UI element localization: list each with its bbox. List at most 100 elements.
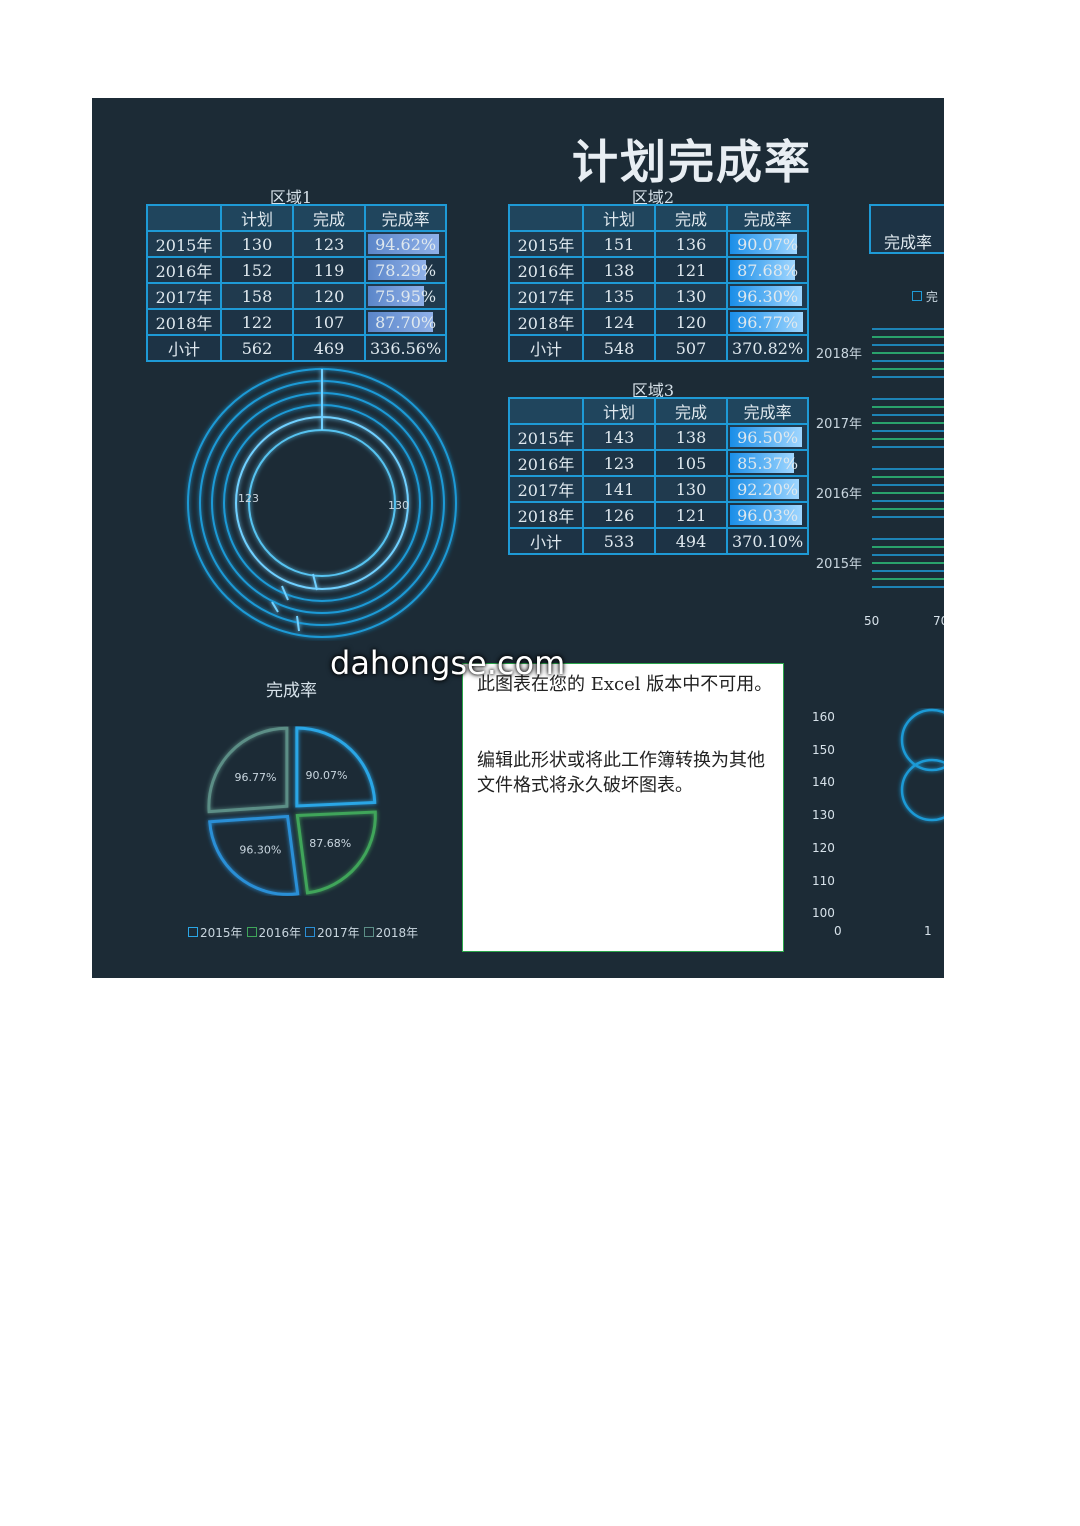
header-cell — [508, 397, 584, 425]
done-cell: 119 — [292, 256, 366, 284]
scatter-y-tick: 100 — [812, 906, 835, 921]
table-row: 2015年 143 138 96.50% — [508, 423, 810, 451]
scatter-x-tick-1: 1 — [924, 924, 932, 938]
plan-cell: 135 — [582, 282, 656, 310]
rate-text: 87.70% — [375, 312, 437, 332]
page-title: 计划完成率 — [572, 135, 812, 189]
dashboard-sheet: 计划完成率 区域1 计划 完成 完成率 2015年 130 123 94.62% 2016年 1… — [92, 98, 944, 978]
year-cell: 2018年 — [508, 308, 584, 336]
subtotal-done: 469 — [292, 334, 366, 362]
donut-label-right: 130 — [388, 499, 409, 512]
table-row: 2016年 123 105 85.37% — [508, 449, 810, 477]
bar-chart: 2018年 2017年 2016年 2015年 — [816, 328, 944, 588]
donut-label-left: 123 — [238, 492, 259, 505]
bar-legend: 完 — [912, 288, 938, 305]
done-cell: 105 — [654, 449, 728, 477]
year-cell: 2016年 — [146, 256, 222, 284]
legend-label: 2017年 — [317, 926, 360, 940]
bar-stripe — [872, 508, 944, 510]
rate-cell: 75.95% — [363, 282, 448, 310]
done-cell: 123 — [292, 230, 366, 258]
scatter-y-tick: 160 — [812, 710, 835, 724]
subtotal-row: 小计 562 469 336.56% — [146, 334, 448, 362]
rate-cell: 85.37% — [725, 449, 810, 477]
rate-text: 87.68% — [737, 260, 799, 280]
bar-stripe — [872, 438, 944, 440]
rate-text: 96.77% — [737, 312, 799, 332]
rate-cell: 96.77% — [725, 308, 810, 336]
rate-text: 75.95% — [375, 286, 437, 306]
chart-unavailable-notice: 此图表在您的 Excel 版本中不可用。 编辑此形状或将此工作簿转换为其他文件格… — [462, 663, 784, 952]
bar-stripe — [872, 376, 944, 378]
plan-cell: 126 — [582, 501, 656, 529]
pie-data-label: 90.07% — [306, 769, 348, 782]
bar-stripe — [872, 406, 944, 408]
subtotal-done: 494 — [654, 527, 728, 555]
subtotal-done: 507 — [654, 334, 728, 362]
bar-stripe — [872, 422, 944, 424]
bar-category-label: 2015年 — [816, 557, 862, 572]
bar-stripe — [872, 492, 944, 494]
bar-stripe — [872, 468, 944, 470]
scatter-y-tick: 130 — [812, 808, 835, 823]
scatter-y-tick: 150 — [812, 742, 835, 757]
plan-cell: 143 — [582, 423, 656, 451]
pie-legend: 2015年 2016年 2017年 2018年 — [184, 924, 418, 941]
rate-cell: 90.07% — [725, 230, 810, 258]
partial-table-label: 完成率 — [869, 229, 944, 254]
bar-stripe — [872, 352, 944, 354]
header-cell: 完成率 — [363, 204, 448, 232]
done-cell: 130 — [654, 282, 728, 310]
bar-stripe — [872, 430, 944, 432]
bar-stripe — [872, 538, 944, 540]
subtotal-plan: 562 — [220, 334, 294, 362]
plan-cell: 158 — [220, 282, 294, 310]
rate-cell: 87.70% — [363, 308, 448, 336]
pie-chart: 90.07% 87.68% 96.30% 96.77% — [207, 726, 377, 896]
legend-label: 2015年 — [200, 926, 243, 940]
donut-ring-hole — [248, 429, 396, 577]
rate-text: 90.07% — [737, 234, 799, 254]
bar-x-tick-70: 70 — [933, 614, 944, 628]
region2-grid: 计划 完成 完成率 2015年 151 136 90.07% 2016年 138 121 87.68… — [508, 204, 810, 362]
rate-text: 96.30% — [737, 286, 799, 306]
bar-stripe — [872, 562, 944, 564]
donut-chart: 123 130 — [187, 368, 457, 638]
subtotal-rate: 336.56% — [363, 334, 448, 362]
done-cell: 121 — [654, 501, 728, 529]
year-cell: 2017年 — [508, 282, 584, 310]
table-row: 2018年 124 120 96.77% — [508, 308, 810, 336]
scatter-x-tick-0: 0 — [834, 924, 842, 938]
plan-cell: 151 — [582, 230, 656, 258]
header-cell: 计划 — [582, 397, 656, 425]
rate-cell: 96.50% — [725, 423, 810, 451]
watermark: dahongse.com — [330, 644, 566, 682]
year-cell: 2016年 — [508, 256, 584, 284]
year-cell: 2016年 — [508, 449, 584, 477]
table-row: 2016年 138 121 87.68% — [508, 256, 810, 284]
header-cell: 完成 — [292, 204, 366, 232]
table-row: 2016年 152 119 78.29% — [146, 256, 448, 284]
bar-stripe — [872, 546, 944, 548]
pie-chart-title: 完成率 — [266, 681, 317, 701]
scatter-y-tick: 140 — [812, 775, 835, 790]
rate-cell: 87.68% — [725, 256, 810, 284]
done-cell: 130 — [654, 475, 728, 503]
plan-cell: 124 — [582, 308, 656, 336]
table-row: 2015年 130 123 94.62% — [146, 230, 448, 258]
subtotal-plan: 533 — [582, 527, 656, 555]
bar-category-label: 2017年 — [816, 417, 862, 432]
header-cell: 完成率 — [725, 204, 810, 232]
region1-grid: 计划 完成 完成率 2015年 130 123 94.62% 2016年 152 119 78.29… — [146, 204, 448, 362]
bar-stripe — [872, 344, 944, 346]
year-cell: 2015年 — [146, 230, 222, 258]
bar-x-tick-50: 50 — [864, 614, 880, 628]
bar-legend-swatch — [912, 291, 922, 301]
subtotal-label: 小计 — [146, 334, 222, 362]
bar-category-label: 2018年 — [816, 347, 862, 362]
bar-stripe — [872, 336, 944, 338]
header-cell: 完成率 — [725, 397, 810, 425]
done-cell: 138 — [654, 423, 728, 451]
table-row: 2017年 141 130 92.20% — [508, 475, 810, 503]
bar-stripe — [872, 586, 944, 588]
